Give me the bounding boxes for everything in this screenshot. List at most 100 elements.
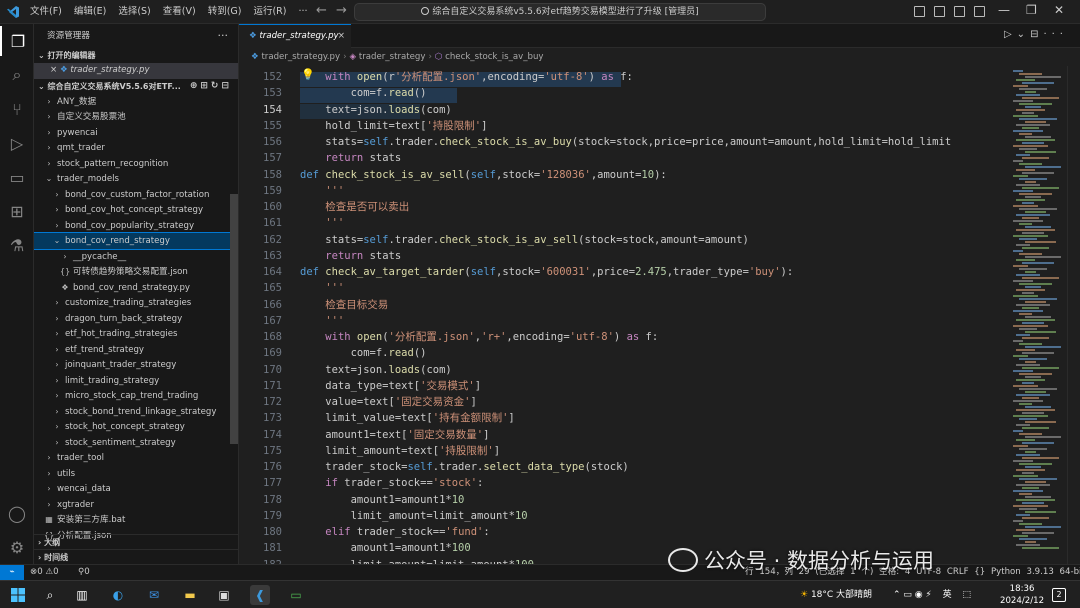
problems-status[interactable]: ⊗0 ⚠0 [30,565,59,580]
minimap-line [1025,541,1036,543]
tree-folder[interactable]: › wencai_data [34,481,238,497]
close-window-icon[interactable]: ✕ [1054,3,1064,17]
tree-folder[interactable]: › bond_cov_hot_concept_strategy [34,202,238,218]
tree-folder[interactable]: › bond_cov_custom_factor_rotation [34,187,238,203]
minimize-icon[interactable]: — [998,3,1010,17]
menu-item[interactable]: 转到(G) [202,0,248,24]
tree-folder[interactable]: › utils [34,466,238,482]
tree-folder[interactable]: › pywencai [34,125,238,141]
code-line: elif trader_stock=='fund': [300,524,489,540]
menu-item[interactable]: 文件(F) [24,0,68,24]
tray-icons[interactable]: ⌃ ▭ ◉ ⚡ [893,590,932,600]
code-token: ) [588,71,602,83]
tree-folder[interactable]: › joinquant_trader_strategy [34,357,238,373]
back-arrow-icon[interactable]: ← [316,3,327,18]
menu-item[interactable]: 编辑(E) [68,0,112,24]
minimap-line [1016,79,1035,81]
tree-folder[interactable]: › stock_hot_concept_strategy [34,419,238,435]
tree-folder[interactable]: › trader_tool [34,450,238,466]
tree-folder[interactable]: ⌄ trader_models [34,171,238,187]
editor-scrollbar[interactable] [1067,66,1080,564]
maximize-icon[interactable]: ❐ [1026,3,1037,17]
file-explorer-icon[interactable]: ▬ [180,585,200,605]
remote-explorer-icon[interactable]: ▭ [0,162,34,192]
workspace-section[interactable]: ⌄ 综合自定义交易系统V5.5.6对ETF... ⊕⊞↻⊟ [34,79,238,94]
vscode-taskbar-icon[interactable]: ❰ [250,585,270,605]
forward-arrow-icon[interactable]: → [336,3,347,18]
split-editor-icon[interactable]: ⊟ [1030,29,1043,40]
edge-browser-icon[interactable]: ◐ [108,585,128,605]
tree-folder[interactable]: › stock_sentiment_strategy [34,435,238,451]
tree-folder[interactable]: › etf_trend_strategy [34,342,238,358]
tree-folder[interactable]: › limit_trading_strategy [34,373,238,389]
code-token: check_av_target_tarder [325,266,465,278]
tree-folder[interactable]: › customize_trading_strategies [34,295,238,311]
sidebar-scrollbar[interactable] [230,194,238,444]
toggle-secondary-sidebar-icon[interactable] [954,6,965,17]
tree-folder[interactable]: › bond_cov_popularity_strategy [34,218,238,234]
customize-layout-icon[interactable] [974,6,985,17]
run-icon[interactable]: ▷⌄ [1004,29,1030,40]
breadcrumb-class[interactable]: trader_strategy [359,52,426,62]
store-icon[interactable]: ▣ [214,585,234,605]
command-center-search[interactable]: 综合自定义交易系统v5.5.6对etf趋势交易模型进行了升级 [管理员] [354,3,766,21]
mail-icon[interactable]: ✉ [144,585,164,605]
tree-file[interactable]: ▦ 安装第三方库.bat [34,512,238,528]
start-icon[interactable] [8,585,28,605]
explorer-actions-icons[interactable]: ⊕⊞↻⊟ [190,79,232,94]
toggle-panel-icon[interactable] [934,6,945,17]
tree-folder[interactable]: › 自定义交易股票池 [34,109,238,125]
tree-folder[interactable]: › etf_hot_trading_strategies [34,326,238,342]
tree-folder[interactable]: › ANY_数据 [34,94,238,110]
explorer-icon[interactable]: ❐ [0,26,34,56]
run-debug-icon[interactable]: ▷ [0,128,34,158]
ime-indicator[interactable]: 英 [943,590,952,600]
minimap-line [1016,454,1040,456]
terminal-app-icon[interactable]: ▭ [286,585,306,605]
settings-gear-icon[interactable]: ⚙ [0,532,34,562]
tree-file[interactable]: ❖ bond_cov_rend_strategy.py [34,280,238,296]
tree-file[interactable]: {} 可转债趋势策略交易配置.json [34,264,238,280]
outline-section[interactable]: › 大纲 [34,534,238,549]
tree-folder[interactable]: › micro_stock_cap_trend_trading [34,388,238,404]
breadcrumb-method[interactable]: check_stock_is_av_buy [445,52,543,62]
menu-item[interactable]: 运行(R) [247,0,292,24]
tree-folder[interactable]: › dragon_turn_back_strategy [34,311,238,327]
breadcrumb-file[interactable]: trader_strategy.py [261,52,340,62]
tree-folder[interactable]: › stock_pattern_recognition [34,156,238,172]
taskbar-search-icon[interactable]: ⌕ [40,585,60,605]
more-actions-icon[interactable]: ··· [218,24,229,48]
code-editor[interactable]: 💡 152 with open(r'分析配置.json',encoding='u… [239,66,1009,564]
timeline-section[interactable]: › 时间线 [34,549,238,564]
menu-item[interactable]: ··· [292,0,313,24]
minimap[interactable] [1009,66,1067,564]
line-number: 152 [263,71,282,83]
toggle-primary-sidebar-icon[interactable] [914,6,925,17]
tree-item-label: joinquant_trader_strategy [65,360,177,370]
open-editor-item[interactable]: × ❖ trader_strategy.py [34,63,238,79]
tree-folder[interactable]: › qmt_trader [34,140,238,156]
account-icon[interactable]: ◯ [0,498,34,528]
tree-folder[interactable]: › stock_bond_trend_linkage_strategy [34,404,238,420]
search-view-icon[interactable]: ⌕ [0,60,34,90]
weather-text[interactable]: 18°C 大部晴朗 [811,590,872,600]
tree-folder[interactable]: › __pycache__ [34,249,238,265]
menu-item[interactable]: 查看(V) [157,0,202,24]
tree-folder[interactable]: ⌄ bond_cov_rend_strategy [34,232,238,250]
ports-status[interactable]: ⚲0 [78,565,90,580]
menu-item[interactable]: 选择(S) [112,0,156,24]
notification-icon[interactable]: 2 [1052,588,1066,602]
tree-folder[interactable]: › xgtrader [34,497,238,513]
tray-app-icon[interactable]: ⬚ [963,590,972,600]
close-icon[interactable]: × [338,25,345,48]
clock[interactable]: 18:36 2024/2/12 [1000,583,1044,607]
tab-trader-strategy[interactable]: ❖ trader_strategy.py × [239,24,351,48]
task-view-icon[interactable]: ▥ [72,585,92,605]
extensions-icon[interactable]: ⊞ [0,196,34,226]
more-actions-icon[interactable]: ··· [1043,29,1068,40]
open-editors-section[interactable]: ⌄ 打开的编辑器 [34,48,238,63]
testing-icon[interactable]: ⚗ [0,230,34,260]
close-icon[interactable]: × [50,65,60,75]
source-control-icon[interactable]: ⑂ [0,94,34,124]
remote-indicator-icon[interactable]: ⌁ [0,565,24,581]
